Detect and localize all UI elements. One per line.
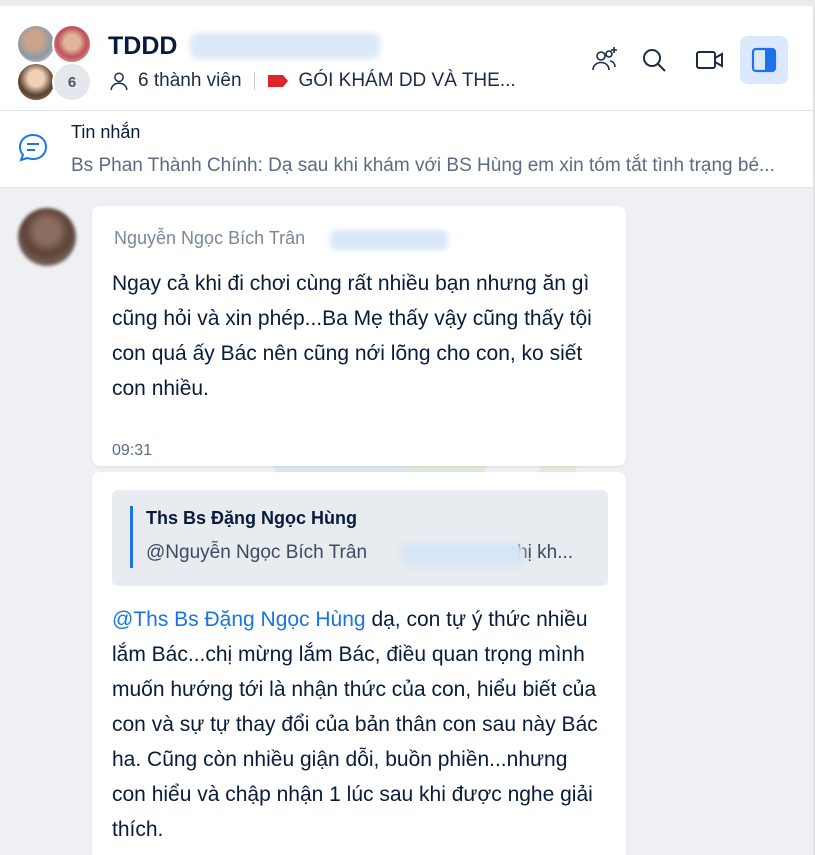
video-call-icon — [696, 51, 723, 69]
member-avatar — [52, 24, 92, 64]
member-avatar — [16, 62, 56, 102]
person-icon — [110, 72, 128, 91]
message-text: @Ths Bs Đặng Ngọc Hùng dạ, con tự ý thức… — [112, 602, 602, 847]
header-actions — [580, 36, 794, 88]
message-list[interactable]: Nguyễn Ngọc Bích Trân Ngay cả khi đi chơ… — [0, 188, 815, 855]
tag-icon — [267, 75, 288, 87]
member-count-badge: 6 — [52, 62, 92, 102]
pinned-title: Tin nhắn — [71, 122, 141, 142]
sender-avatar[interactable] — [18, 208, 76, 266]
quoted-message[interactable]: Ths Bs Đặng Ngọc Hùng @Nguyễn Ngọc Bích … — [112, 490, 608, 586]
message-bubble-icon — [18, 133, 48, 162]
group-title[interactable]: TDDD — [108, 32, 177, 61]
message-time: 09:31 — [112, 442, 153, 459]
group-tag-label[interactable]: GÓI KHÁM DD VÀ THE... — [299, 70, 516, 92]
message-bubble[interactable]: Nguyễn Ngọc Bích Trân Ngay cả khi đi chơ… — [92, 206, 626, 466]
pinned-message-bar[interactable]: Tin nhắn Bs Phan Thành Chính: Dạ sau khi… — [0, 111, 815, 188]
add-member-button[interactable] — [580, 36, 628, 84]
group-subtitle: 6 thành viên GÓI KHÁM DD VÀ THE... — [108, 69, 516, 93]
redacted-title-suffix — [190, 33, 380, 59]
group-avatar[interactable]: 6 — [16, 24, 92, 102]
chat-header: 6 TDDD 6 thành viên GÓI KHÁM DD VÀ THE..… — [0, 6, 815, 111]
quote-mention: @Nguyễn Ngọc Bích Trân — [146, 542, 368, 563]
quote-indicator — [130, 506, 133, 568]
sender-name: Nguyễn Ngọc Bích Trân — [114, 228, 306, 248]
mention-link[interactable]: @Ths Bs Đặng Ngọc Hùng — [112, 608, 366, 631]
redacted-sender-suffix — [330, 230, 448, 250]
search-button[interactable] — [630, 36, 678, 84]
quote-author: Ths Bs Đặng Ngọc Hùng — [146, 508, 357, 528]
search-icon — [643, 49, 666, 72]
message-text: Ngay cả khi đi chơi cùng rất nhiều bạn n… — [112, 272, 592, 400]
divider — [253, 72, 255, 90]
add-member-icon — [592, 47, 617, 71]
side-panel-toggle[interactable] — [740, 36, 788, 84]
pinned-preview: Bs Phan Thành Chính: Dạ sau khi khám với… — [71, 155, 775, 176]
members-link[interactable]: 6 thành viên — [138, 70, 242, 92]
message-bubble[interactable]: Ths Bs Đặng Ngọc Hùng @Nguyễn Ngọc Bích … — [92, 472, 626, 855]
message-body: dạ, con tự ý thức nhiều lắm Bác...chị mừ… — [112, 608, 598, 841]
member-avatar — [16, 24, 56, 64]
redacted-quote-text — [402, 544, 524, 566]
side-panel-icon — [751, 47, 777, 73]
video-call-button[interactable] — [686, 36, 734, 84]
